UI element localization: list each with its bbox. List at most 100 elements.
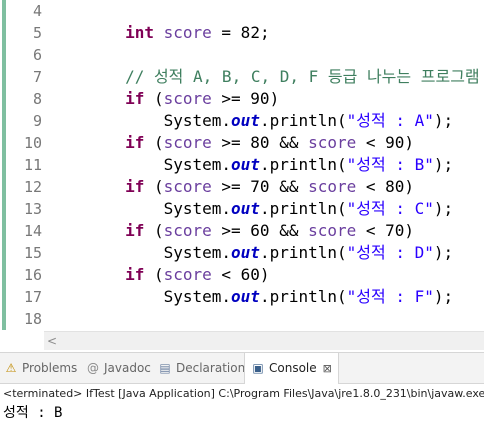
code-token: score xyxy=(308,133,357,152)
code-token: "성적 : A" xyxy=(346,111,434,130)
console-icon: ▣ xyxy=(252,361,264,375)
javadoc-icon: @ xyxy=(87,361,99,375)
line-number: 5 xyxy=(32,24,42,42)
code-token: score xyxy=(308,221,357,240)
problems-icon: ⚠ xyxy=(5,361,17,375)
code-token: ); xyxy=(433,155,454,174)
code-line[interactable]: int score = 82; xyxy=(48,22,270,44)
code-token: int xyxy=(125,23,154,42)
line-number: 10 xyxy=(23,134,42,152)
close-icon[interactable]: ⊠ xyxy=(323,362,332,375)
code-token: if xyxy=(125,265,145,284)
code-token: score xyxy=(308,177,357,196)
line-number: 15 xyxy=(23,244,42,262)
code-token: // 성적 A, B, C, D, F 등급 나누는 프로그램 xyxy=(125,67,480,86)
code-line[interactable]: if (score < 60) xyxy=(48,264,270,286)
code-line[interactable]: // 성적 A, B, C, D, F 등급 나누는 프로그램 xyxy=(48,66,480,88)
code-token: ( xyxy=(144,133,164,152)
code-token: if xyxy=(125,177,145,196)
code-token: ); xyxy=(433,111,454,130)
code-token: System. xyxy=(48,199,232,218)
code-token: if xyxy=(125,221,145,240)
declaration-icon: ▤ xyxy=(159,361,171,375)
code-token: out xyxy=(231,111,260,130)
code-token: "성적 : F" xyxy=(346,287,434,306)
code-token: >= 70 && xyxy=(211,177,309,196)
code-line[interactable]: System.out.println("성적 : D"); xyxy=(48,242,454,264)
code-token: System. xyxy=(48,243,232,262)
code-token: .println( xyxy=(259,287,347,306)
code-token: < 80) xyxy=(356,177,415,196)
code-token: ( xyxy=(144,221,164,240)
tab-label: Declaration xyxy=(176,361,246,375)
code-token: ( xyxy=(144,177,164,196)
line-number-gutter: 4 5 6 7 8 9 10 11 12 13 14 15 16 17 18 xyxy=(7,0,44,330)
code-token: out xyxy=(231,287,260,306)
code-token: >= 60 && xyxy=(211,221,309,240)
line-number: 7 xyxy=(32,68,42,86)
tab-console[interactable]: ▣ Console ⊠ xyxy=(244,353,339,384)
code-token: if xyxy=(125,89,145,108)
code-token: out xyxy=(231,155,260,174)
code-token: < 70) xyxy=(356,221,415,240)
code-token: ( xyxy=(144,265,164,284)
code-line[interactable]: System.out.println("성적 : C"); xyxy=(48,198,454,220)
line-number: 4 xyxy=(32,2,42,20)
horizontal-scrollbar[interactable]: < xyxy=(44,331,484,350)
code-token: score xyxy=(163,177,212,196)
tab-label: Problems xyxy=(22,361,78,375)
code-token: .println( xyxy=(259,199,347,218)
code-token: ); xyxy=(433,287,454,306)
tab-declaration[interactable]: ▤ Declaration xyxy=(158,353,245,383)
code-token: ); xyxy=(433,243,454,262)
code-token: = 82; xyxy=(211,23,270,42)
code-token: < 90) xyxy=(356,133,415,152)
code-token: score xyxy=(163,265,212,284)
code-token: >= 80 && xyxy=(211,133,309,152)
code-token: >= 90) xyxy=(211,89,280,108)
code-token: "성적 : B" xyxy=(346,155,434,174)
line-number: 8 xyxy=(32,90,42,108)
code-token: .println( xyxy=(259,155,347,174)
line-number: 18 xyxy=(23,310,42,328)
code-token: ); xyxy=(433,199,454,218)
code-line[interactable]: System.out.println("성적 : F"); xyxy=(48,286,454,308)
line-number: 17 xyxy=(23,288,42,306)
tab-problems[interactable]: ⚠ Problems xyxy=(4,353,78,383)
tab-javadoc[interactable]: @ Javadoc xyxy=(86,353,151,383)
code-line[interactable]: if (score >= 60 && score < 70) xyxy=(48,220,414,242)
line-number: 16 xyxy=(23,266,42,284)
change-marker-stripe xyxy=(2,0,6,330)
bottom-panel-tab-bar: ⚠ Problems @ Javadoc ▤ Declaration ▣ Console… xyxy=(0,352,484,384)
code-token: score xyxy=(163,221,212,240)
code-line[interactable]: if (score >= 90) xyxy=(48,88,279,110)
code-token: out xyxy=(231,243,260,262)
code-token: score xyxy=(163,23,212,42)
line-number: 14 xyxy=(23,222,42,240)
code-line[interactable]: if (score >= 80 && score < 90) xyxy=(48,132,414,154)
code-token: ( xyxy=(144,89,164,108)
code-token: System. xyxy=(48,111,232,130)
scroll-left-arrow-icon[interactable]: < xyxy=(47,332,57,350)
code-token: .println( xyxy=(259,111,347,130)
line-number: 6 xyxy=(32,46,42,64)
code-token: score xyxy=(163,89,212,108)
code-token: System. xyxy=(48,155,232,174)
code-line[interactable]: if (score >= 70 && score < 80) xyxy=(48,176,414,198)
code-line[interactable]: System.out.println("성적 : A"); xyxy=(48,110,454,132)
code-token: System. xyxy=(48,287,232,306)
code-editor[interactable]: 4 5 6 7 8 9 10 11 12 13 14 15 16 17 18 int score = 82;… xyxy=(0,0,484,330)
code-token: < 60) xyxy=(211,265,270,284)
code-token: if xyxy=(125,133,145,152)
code-line[interactable]: System.out.println("성적 : B"); xyxy=(48,154,454,176)
code-token: out xyxy=(231,199,260,218)
code-token: "성적 : C" xyxy=(346,199,434,218)
code-token: score xyxy=(163,133,212,152)
